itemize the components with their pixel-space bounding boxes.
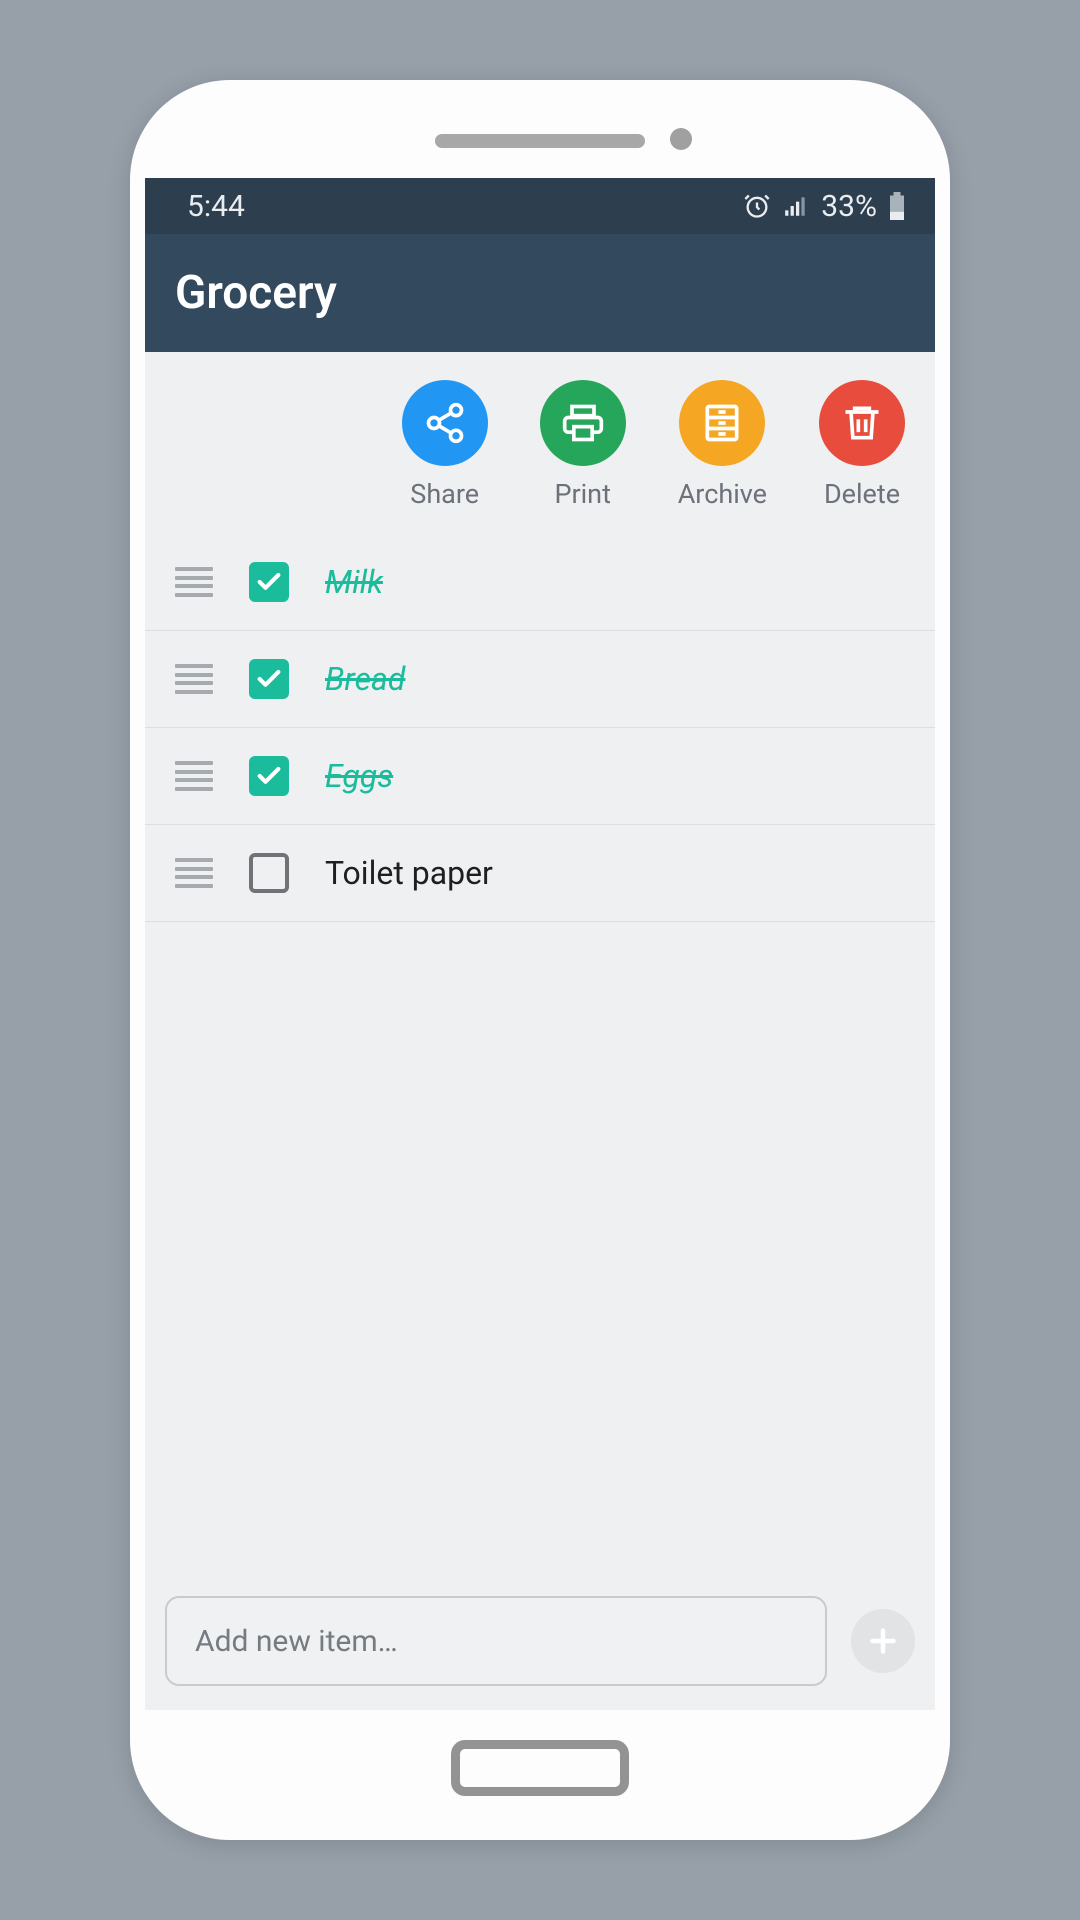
app-header: Grocery	[145, 234, 935, 352]
list-item[interactable]: Bread	[145, 631, 935, 728]
item-checkbox[interactable]	[249, 756, 289, 796]
item-checkbox[interactable]	[249, 659, 289, 699]
item-text: Milk	[325, 563, 383, 601]
status-right: 33%	[743, 189, 905, 224]
add-item-placeholder: Add new item…	[195, 1624, 398, 1659]
archive-icon	[679, 380, 765, 466]
add-item-input[interactable]: Add new item…	[165, 1596, 827, 1686]
print-button[interactable]: Print	[540, 380, 626, 510]
home-button[interactable]	[451, 1740, 629, 1796]
signal-icon	[783, 193, 809, 219]
list-item[interactable]: Eggs	[145, 728, 935, 825]
app-screen: 5:44 33% Grocery	[145, 178, 935, 1710]
list-item[interactable]: Toilet paper	[145, 825, 935, 922]
trash-icon	[819, 380, 905, 466]
share-label: Share	[410, 478, 479, 510]
action-row: Share Print Archive Delete	[145, 352, 935, 534]
delete-label: Delete	[824, 478, 900, 510]
drag-handle-icon[interactable]	[175, 567, 213, 597]
phone-speaker	[435, 134, 645, 148]
drag-handle-icon[interactable]	[175, 858, 213, 888]
item-checkbox[interactable]	[249, 562, 289, 602]
share-button[interactable]: Share	[402, 380, 488, 510]
item-text: Eggs	[325, 757, 393, 795]
phone-frame: 5:44 33% Grocery	[130, 80, 950, 1840]
archive-label: Archive	[678, 478, 767, 510]
list-item[interactable]: Milk	[145, 534, 935, 631]
item-checkbox[interactable]	[249, 853, 289, 893]
drag-handle-icon[interactable]	[175, 664, 213, 694]
plus-icon	[865, 1623, 901, 1659]
share-icon	[402, 380, 488, 466]
page-title: Grocery	[175, 266, 337, 320]
print-label: Print	[554, 478, 611, 510]
battery-icon	[889, 192, 905, 220]
archive-button[interactable]: Archive	[678, 380, 767, 510]
phone-camera	[670, 128, 692, 150]
battery-text: 33%	[821, 189, 877, 224]
item-text: Toilet paper	[325, 854, 493, 892]
item-text: Bread	[325, 660, 405, 698]
delete-button[interactable]: Delete	[819, 380, 905, 510]
drag-handle-icon[interactable]	[175, 761, 213, 791]
bottom-bar: Add new item…	[145, 1576, 935, 1710]
status-time: 5:44	[187, 189, 245, 224]
item-list: Milk Bread Eggs Toi	[145, 534, 935, 1576]
printer-icon	[540, 380, 626, 466]
add-item-button[interactable]	[851, 1609, 915, 1673]
status-bar: 5:44 33%	[145, 178, 935, 234]
alarm-icon	[743, 192, 771, 220]
